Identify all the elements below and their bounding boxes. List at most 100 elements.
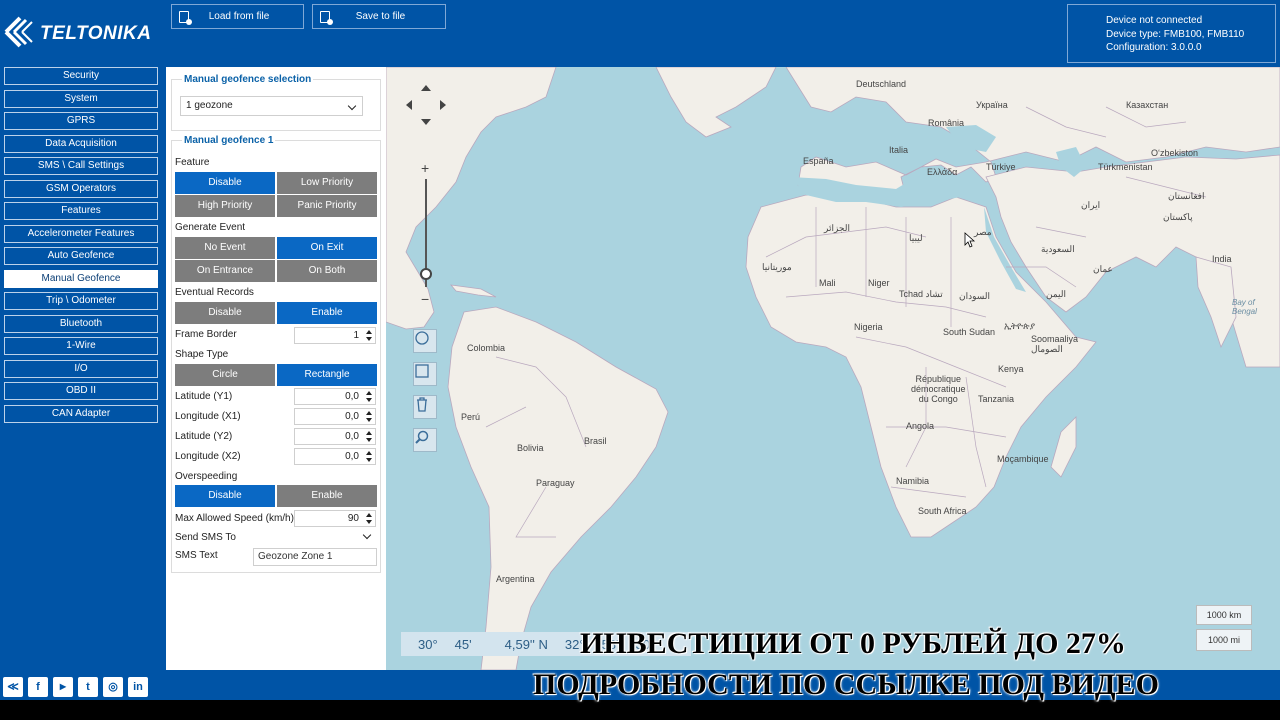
spin-down-icon[interactable]	[366, 418, 372, 422]
sidebar-item-can-adapter[interactable]: CAN Adapter	[4, 404, 158, 423]
draw-circle-tool[interactable]	[413, 329, 437, 353]
linkedin-icon[interactable]: in	[128, 677, 148, 697]
mouse-cursor-icon	[964, 232, 976, 248]
sidebar-item-security[interactable]: Security	[4, 67, 158, 85]
configurator-window: TELTONIKA Load from file Save to file De…	[0, 0, 1280, 720]
sidebar-item-data-acquisition[interactable]: Data Acquisition	[4, 134, 158, 153]
sidebar-item-1-wire[interactable]: 1-Wire	[4, 337, 158, 355]
longitude-x2-value: 0,0	[345, 451, 359, 462]
teltonika-logo: TELTONIKA	[4, 14, 166, 54]
map-label-libya: ليبيا	[909, 233, 923, 243]
sidebar-item-manual-geofence[interactable]: Manual Geofence	[4, 269, 158, 288]
spin-down-icon[interactable]	[366, 398, 372, 402]
pan-up-icon	[421, 85, 431, 91]
sidebar-item-i-o[interactable]: I/O	[4, 359, 158, 378]
map-zoom-slider[interactable]: + −	[416, 162, 436, 307]
sidebar-item-obd-ii[interactable]: OBD II	[4, 382, 158, 400]
latitude-y2-label: Latitude (Y2)	[175, 431, 233, 442]
spin-up-icon[interactable]	[366, 513, 372, 517]
device-configuration: Configuration: 3.0.0.0	[1106, 42, 1202, 53]
feature-panic-priority-button[interactable]: Panic Priority	[277, 195, 377, 217]
frame-border-input[interactable]: 1	[294, 327, 376, 344]
sidebar-item-auto-geofence[interactable]: Auto Geofence	[4, 247, 158, 265]
event-on-exit-button[interactable]: On Exit	[277, 237, 377, 259]
map-label-uzbekiston: O‘zbekiston	[1151, 148, 1199, 158]
feature-high-priority-button[interactable]: High Priority	[175, 195, 275, 217]
overspeeding-disable-button[interactable]: Disable	[175, 485, 275, 507]
feature-low-priority-button[interactable]: Low Priority	[277, 172, 377, 194]
max-speed-input[interactable]: 90	[294, 510, 376, 527]
latitude-y2-value: 0,0	[345, 431, 359, 442]
map-label-niger: Niger	[868, 278, 890, 288]
geofence-selection-title: Manual geofence selection	[182, 74, 314, 85]
spin-up-icon[interactable]	[366, 391, 372, 395]
spin-up-icon[interactable]	[366, 411, 372, 415]
chevron-down-icon	[362, 530, 372, 540]
search-location-tool[interactable]	[413, 428, 437, 452]
video-letterbox	[0, 700, 1280, 720]
spin-down-icon[interactable]	[366, 520, 372, 524]
eventual-records-label: Eventual Records	[175, 287, 254, 298]
map-view[interactable]: Deutschland Україна Казахстан România Es…	[386, 67, 1280, 670]
map-label-somalia: Soomaaliya الصومال	[1031, 334, 1079, 354]
frame-border-value: 1	[353, 330, 359, 341]
spin-down-icon[interactable]	[366, 458, 372, 462]
spin-up-icon[interactable]	[366, 451, 372, 455]
sidebar-item-features[interactable]: Features	[4, 202, 158, 220]
sidebar-item-accelerometer-features[interactable]: Accelerometer Features	[4, 224, 158, 243]
event-no-event-button[interactable]: No Event	[175, 237, 275, 259]
overspeeding-enable-button[interactable]: Enable	[277, 485, 377, 507]
pan-left-icon	[406, 100, 412, 110]
spin-up-icon[interactable]	[366, 431, 372, 435]
feature-disable-button[interactable]: Disable	[175, 172, 275, 194]
longitude-x2-input[interactable]: 0,0	[294, 448, 376, 465]
eventual-disable-button[interactable]: Disable	[175, 302, 275, 324]
send-sms-to-select[interactable]	[253, 528, 377, 546]
shape-rectangle-button[interactable]: Rectangle	[277, 364, 377, 386]
delete-shape-tool[interactable]	[413, 395, 437, 419]
map-label-rdc: République démocratique du Congo	[911, 374, 966, 404]
event-on-entrance-button[interactable]: On Entrance	[175, 260, 275, 282]
shape-circle-button[interactable]: Circle	[175, 364, 275, 386]
map-label-turkmenistan: Türkmenistan	[1098, 162, 1153, 172]
teltonika-icon[interactable]: ≪	[3, 677, 23, 697]
draw-rectangle-tool[interactable]	[413, 362, 437, 386]
facebook-icon[interactable]: f	[28, 677, 48, 697]
latitude-y2-input[interactable]: 0,0	[294, 428, 376, 445]
event-on-both-button[interactable]: On Both	[277, 260, 377, 282]
sidebar-item-gprs[interactable]: GPRS	[4, 112, 158, 130]
eventual-enable-button[interactable]: Enable	[277, 302, 377, 324]
twitter-icon[interactable]: t	[78, 677, 98, 697]
spin-up-icon[interactable]	[366, 330, 372, 334]
zoom-handle-icon	[420, 268, 432, 280]
sidebar-item-sms-call-settings[interactable]: SMS \ Call Settings	[4, 157, 158, 175]
sidebar-item-gsm-operators[interactable]: GSM Operators	[4, 179, 158, 198]
map-label-colombia: Colombia	[467, 343, 506, 353]
youtube-icon[interactable]: ▶	[53, 677, 73, 697]
latitude-y1-label: Latitude (Y1)	[175, 391, 233, 402]
map-label-turkiye: Türkiye	[986, 162, 1016, 172]
instagram-icon[interactable]: ◎	[103, 677, 123, 697]
device-status: Device not connected	[1106, 15, 1203, 26]
sidebar-item-system[interactable]: System	[4, 89, 158, 108]
sidebar-item-bluetooth[interactable]: Bluetooth	[4, 314, 158, 333]
spin-down-icon[interactable]	[366, 438, 372, 442]
load-from-file-button[interactable]: Load from file	[171, 4, 304, 29]
circle-draw-icon	[415, 331, 429, 345]
map-label-espana: España	[803, 156, 834, 166]
sms-text-input[interactable]: Geozone Zone 1	[253, 548, 377, 566]
longitude-x1-input[interactable]: 0,0	[294, 408, 376, 425]
promo-text-line1: ИНВЕСТИЦИИ ОТ 0 РУБЛЕЙ ДО 27%	[580, 627, 1126, 660]
coord-lat-sec: 4,59'' N	[504, 636, 548, 652]
map-label-sudan: السودان	[959, 291, 991, 301]
map-pan-control[interactable]	[400, 79, 452, 131]
spin-down-icon[interactable]	[366, 337, 372, 341]
map-label-paraguay: Paraguay	[536, 478, 575, 488]
map-label-yemen: اليمن	[1046, 289, 1067, 299]
trash-icon	[417, 397, 427, 412]
save-to-file-button[interactable]: Save to file	[312, 4, 446, 29]
sidebar-item-trip-odometer[interactable]: Trip \ Odometer	[4, 292, 158, 310]
geofence-select[interactable]: 1 geozone	[180, 96, 363, 116]
load-from-file-label: Load from file	[208, 11, 270, 22]
latitude-y1-input[interactable]: 0,0	[294, 388, 376, 405]
